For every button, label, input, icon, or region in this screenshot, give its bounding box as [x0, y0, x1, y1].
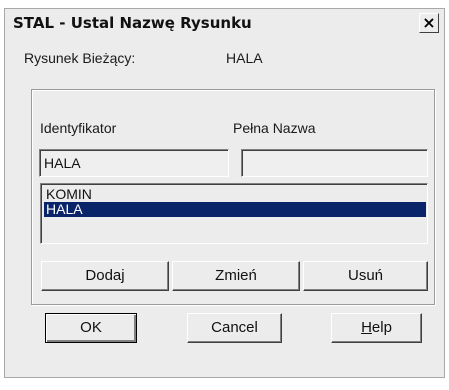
ok-button[interactable]: OK: [45, 313, 137, 343]
full-name-field[interactable]: [241, 149, 428, 177]
window-title: STAL - Ustal Nazwę Rysunku: [13, 14, 252, 32]
identifier-field[interactable]: HALA: [39, 149, 229, 177]
close-button[interactable]: ×: [419, 13, 439, 33]
title-bar[interactable]: STAL - Ustal Nazwę Rysunku ×: [5, 9, 444, 39]
current-drawing-label: Rysunek Bieżący:: [24, 50, 136, 66]
list-item-komin[interactable]: KOMIN: [44, 187, 426, 202]
add-button[interactable]: Dodaj: [41, 261, 169, 291]
delete-button[interactable]: Usuń: [303, 261, 428, 291]
help-mnemonic: H: [361, 319, 372, 336]
full-name-label: Pełna Nazwa: [233, 120, 316, 136]
list-item-hala[interactable]: HALA: [44, 202, 426, 217]
close-icon: ×: [422, 13, 436, 32]
identifier-label: Identyfikator: [40, 120, 117, 136]
current-drawing-value: HALA: [226, 50, 263, 66]
drawing-listbox[interactable]: KOMIN HALA: [40, 183, 428, 244]
change-button[interactable]: Zmień: [172, 261, 300, 291]
cancel-button[interactable]: Cancel: [187, 313, 282, 343]
dialog-window: STAL - Ustal Nazwę Rysunku × Rysunek Bie…: [4, 8, 445, 378]
help-button[interactable]: Help: [331, 313, 422, 343]
help-label-rest: elp: [371, 319, 392, 336]
